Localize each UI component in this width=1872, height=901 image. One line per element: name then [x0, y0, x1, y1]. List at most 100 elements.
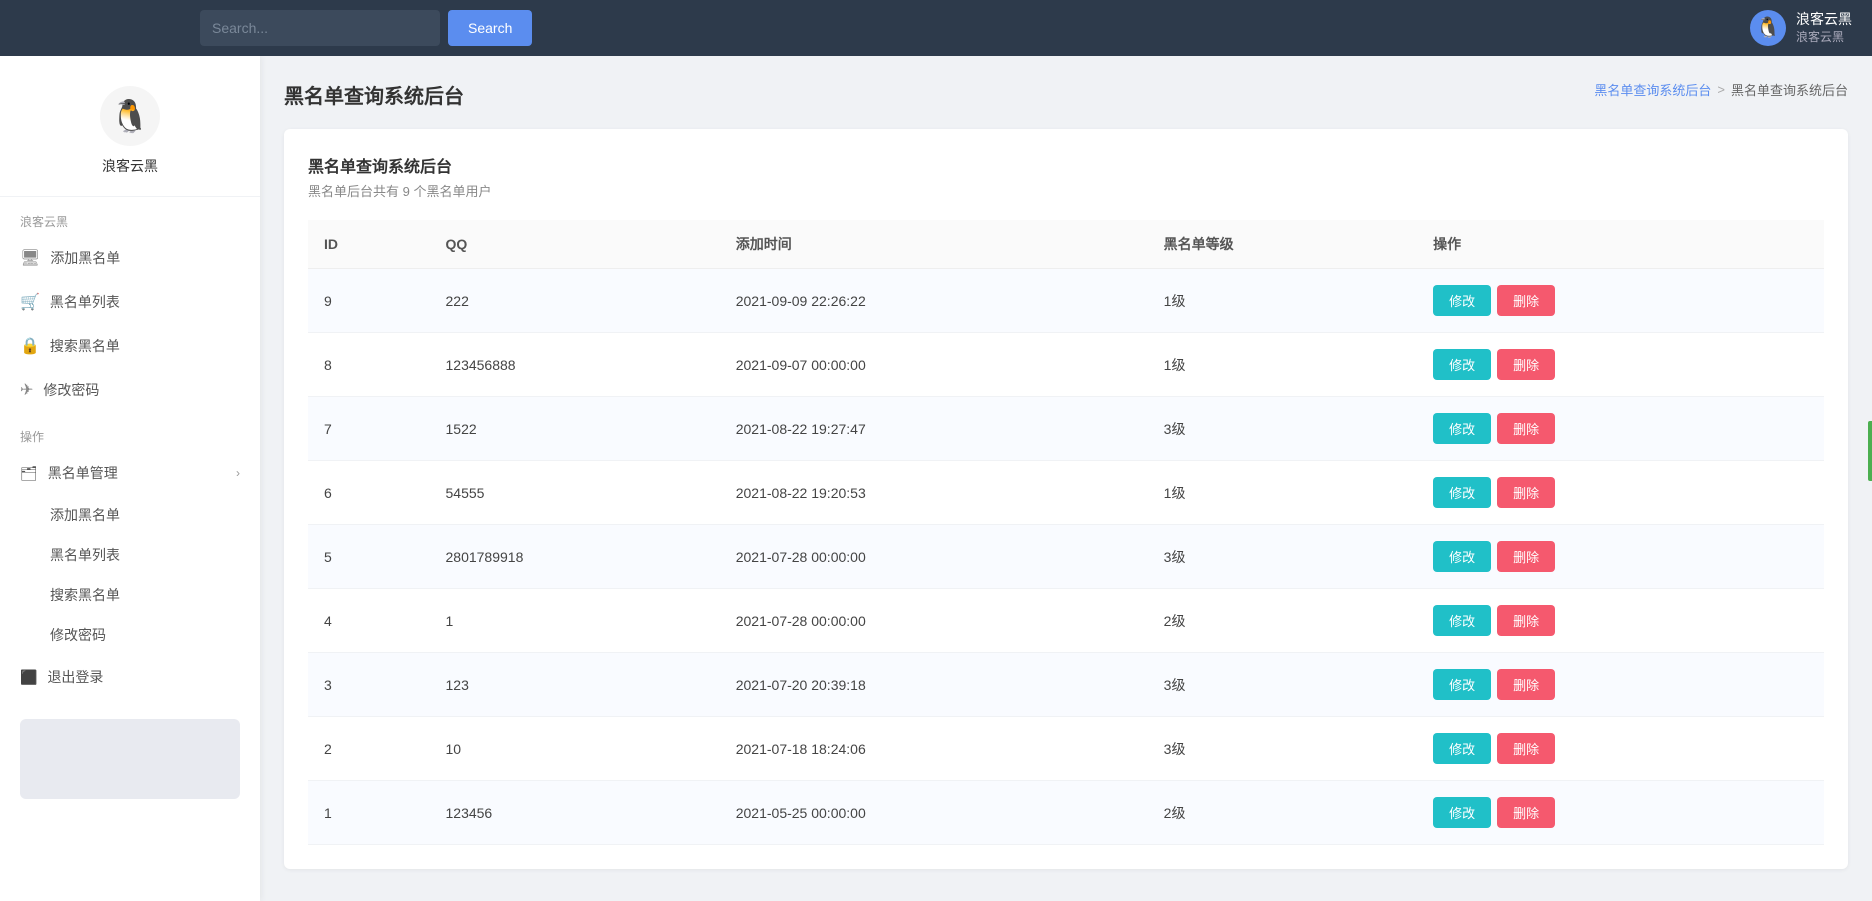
table-row: 412021-07-28 00:00:002级修改删除 — [308, 589, 1824, 653]
sidebar-group-label: 黑名单管理 — [48, 463, 118, 483]
cell-level: 2级 — [1148, 589, 1417, 653]
cell-qq: 2801789918 — [430, 525, 720, 589]
cell-action: 修改删除 — [1417, 717, 1824, 781]
search-input[interactable] — [200, 10, 440, 46]
sidebar-group-blacklist-management[interactable]: 🗂 黑名单管理 › — [0, 451, 260, 495]
cell-action: 修改删除 — [1417, 781, 1824, 845]
navbar-user: 🐧 浪客云黑 浪客云黑 — [1750, 10, 1852, 46]
cell-time: 2021-09-09 22:26:22 — [720, 269, 1148, 333]
sidebar-username: 浪客云黑 — [0, 156, 260, 176]
cell-time: 2021-05-25 00:00:00 — [720, 781, 1148, 845]
cell-level: 3级 — [1148, 717, 1417, 781]
sidebar-item-change-password[interactable]: ✈ 修改密码 — [0, 368, 260, 412]
cell-level: 1级 — [1148, 333, 1417, 397]
cell-id: 2 — [308, 717, 430, 781]
cell-qq: 10 — [430, 717, 720, 781]
sidebar-item-label: 搜索黑名单 — [50, 336, 120, 356]
table-row: 528017899182021-07-28 00:00:003级修改删除 — [308, 525, 1824, 589]
edit-button[interactable]: 修改 — [1433, 477, 1491, 508]
cell-level: 1级 — [1148, 461, 1417, 525]
edit-button[interactable]: 修改 — [1433, 797, 1491, 828]
table-body: 92222021-09-09 22:26:221级修改删除81234568882… — [308, 269, 1824, 845]
cell-qq: 123 — [430, 653, 720, 717]
cell-level: 2级 — [1148, 781, 1417, 845]
cell-action: 修改删除 — [1417, 525, 1824, 589]
edit-button[interactable]: 修改 — [1433, 349, 1491, 380]
edit-button[interactable]: 修改 — [1433, 669, 1491, 700]
cell-qq: 1522 — [430, 397, 720, 461]
cell-action: 修改删除 — [1417, 589, 1824, 653]
cell-qq: 1 — [430, 589, 720, 653]
edit-button[interactable]: 修改 — [1433, 541, 1491, 572]
cart-icon: 🛒 — [20, 292, 40, 312]
cell-level: 3级 — [1148, 525, 1417, 589]
sidebar-sub-search-blacklist[interactable]: 搜索黑名单 — [0, 575, 260, 615]
sidebar-profile: 🐧 浪客云黑 — [0, 56, 260, 197]
username-display: 浪客云黑 浪客云黑 — [1796, 10, 1852, 46]
sidebar: 🐧 浪客云黑 浪客云黑 🖥 添加黑名单 🛒 黑名单列表 🔒 搜索黑名单 ✈ 修改… — [0, 56, 260, 901]
logout-label: 退出登录 — [47, 667, 103, 687]
page-header: 黑名单查询系统后台 黑名单查询系统后台 > 黑名单查询系统后台 — [284, 80, 1848, 109]
breadcrumb: 黑名单查询系统后台 > 黑名单查询系统后台 — [1594, 80, 1848, 99]
cell-action: 修改删除 — [1417, 653, 1824, 717]
delete-button[interactable]: 删除 — [1497, 349, 1555, 380]
table-row: 92222021-09-09 22:26:221级修改删除 — [308, 269, 1824, 333]
card-title: 黑名单查询系统后台 — [308, 153, 1824, 177]
delete-button[interactable]: 删除 — [1497, 605, 1555, 636]
delete-button[interactable]: 删除 — [1497, 797, 1555, 828]
sidebar-item-label: 添加黑名单 — [50, 248, 120, 268]
delete-button[interactable]: 删除 — [1497, 669, 1555, 700]
cell-id: 1 — [308, 781, 430, 845]
col-level: 黑名单等级 — [1148, 220, 1417, 269]
cell-id: 3 — [308, 653, 430, 717]
sidebar-bottom-image — [20, 719, 240, 799]
delete-button[interactable]: 删除 — [1497, 413, 1555, 444]
cell-time: 2021-07-28 00:00:00 — [720, 525, 1148, 589]
edit-button[interactable]: 修改 — [1433, 605, 1491, 636]
cell-id: 8 — [308, 333, 430, 397]
delete-button[interactable]: 删除 — [1497, 541, 1555, 572]
sidebar-item-blacklist-list[interactable]: 🛒 黑名单列表 — [0, 280, 260, 324]
cell-level: 3级 — [1148, 653, 1417, 717]
sidebar-operation-label: 操作 — [0, 412, 260, 451]
table-row: 81234568882021-09-07 00:00:001级修改删除 — [308, 333, 1824, 397]
search-button[interactable]: Search — [448, 10, 532, 46]
breadcrumb-current: 黑名单查询系统后台 — [1731, 80, 1848, 99]
sidebar-item-add-blacklist[interactable]: 🖥 添加黑名单 — [0, 236, 260, 280]
sidebar-sub-add-blacklist[interactable]: 添加黑名单 — [0, 495, 260, 535]
sidebar-sub-blacklist-list[interactable]: 黑名单列表 — [0, 535, 260, 575]
table-row: 2102021-07-18 18:24:063级修改删除 — [308, 717, 1824, 781]
cell-qq: 123456 — [430, 781, 720, 845]
col-id: ID — [308, 220, 430, 269]
cell-time: 2021-07-18 18:24:06 — [720, 717, 1148, 781]
cell-action: 修改删除 — [1417, 461, 1824, 525]
card: 黑名单查询系统后台 黑名单后台共有 9 个黑名单用户 ID QQ 添加时间 黑名… — [284, 129, 1848, 869]
sidebar-item-label: 修改密码 — [43, 380, 99, 400]
edit-button[interactable]: 修改 — [1433, 413, 1491, 444]
sidebar-item-label: 黑名单列表 — [50, 292, 120, 312]
main-content: 黑名单查询系统后台 黑名单查询系统后台 > 黑名单查询系统后台 黑名单查询系统后… — [260, 56, 1872, 901]
table-row: 715222021-08-22 19:27:473级修改删除 — [308, 397, 1824, 461]
edit-button[interactable]: 修改 — [1433, 733, 1491, 764]
sidebar-avatar: 🐧 — [100, 86, 160, 146]
navbar: Search 🐧 浪客云黑 浪客云黑 — [0, 0, 1872, 56]
col-time: 添加时间 — [720, 220, 1148, 269]
breadcrumb-link[interactable]: 黑名单查询系统后台 — [1594, 80, 1711, 99]
cell-id: 4 — [308, 589, 430, 653]
sidebar-sub-change-password[interactable]: 修改密码 — [0, 615, 260, 655]
folder-icon: 🗂 — [20, 465, 38, 482]
delete-button[interactable]: 删除 — [1497, 285, 1555, 316]
cell-level: 1级 — [1148, 269, 1417, 333]
table-header-row: ID QQ 添加时间 黑名单等级 操作 — [308, 220, 1824, 269]
delete-button[interactable]: 删除 — [1497, 733, 1555, 764]
table-row: 11234562021-05-25 00:00:002级修改删除 — [308, 781, 1824, 845]
logout-icon: ⬛ — [20, 669, 37, 686]
cell-level: 3级 — [1148, 397, 1417, 461]
sidebar-item-search-blacklist[interactable]: 🔒 搜索黑名单 — [0, 324, 260, 368]
edit-button[interactable]: 修改 — [1433, 285, 1491, 316]
delete-button[interactable]: 删除 — [1497, 477, 1555, 508]
cell-action: 修改删除 — [1417, 397, 1824, 461]
cell-action: 修改删除 — [1417, 269, 1824, 333]
cell-qq: 123456888 — [430, 333, 720, 397]
sidebar-item-logout[interactable]: ⬛ 退出登录 — [0, 655, 260, 699]
